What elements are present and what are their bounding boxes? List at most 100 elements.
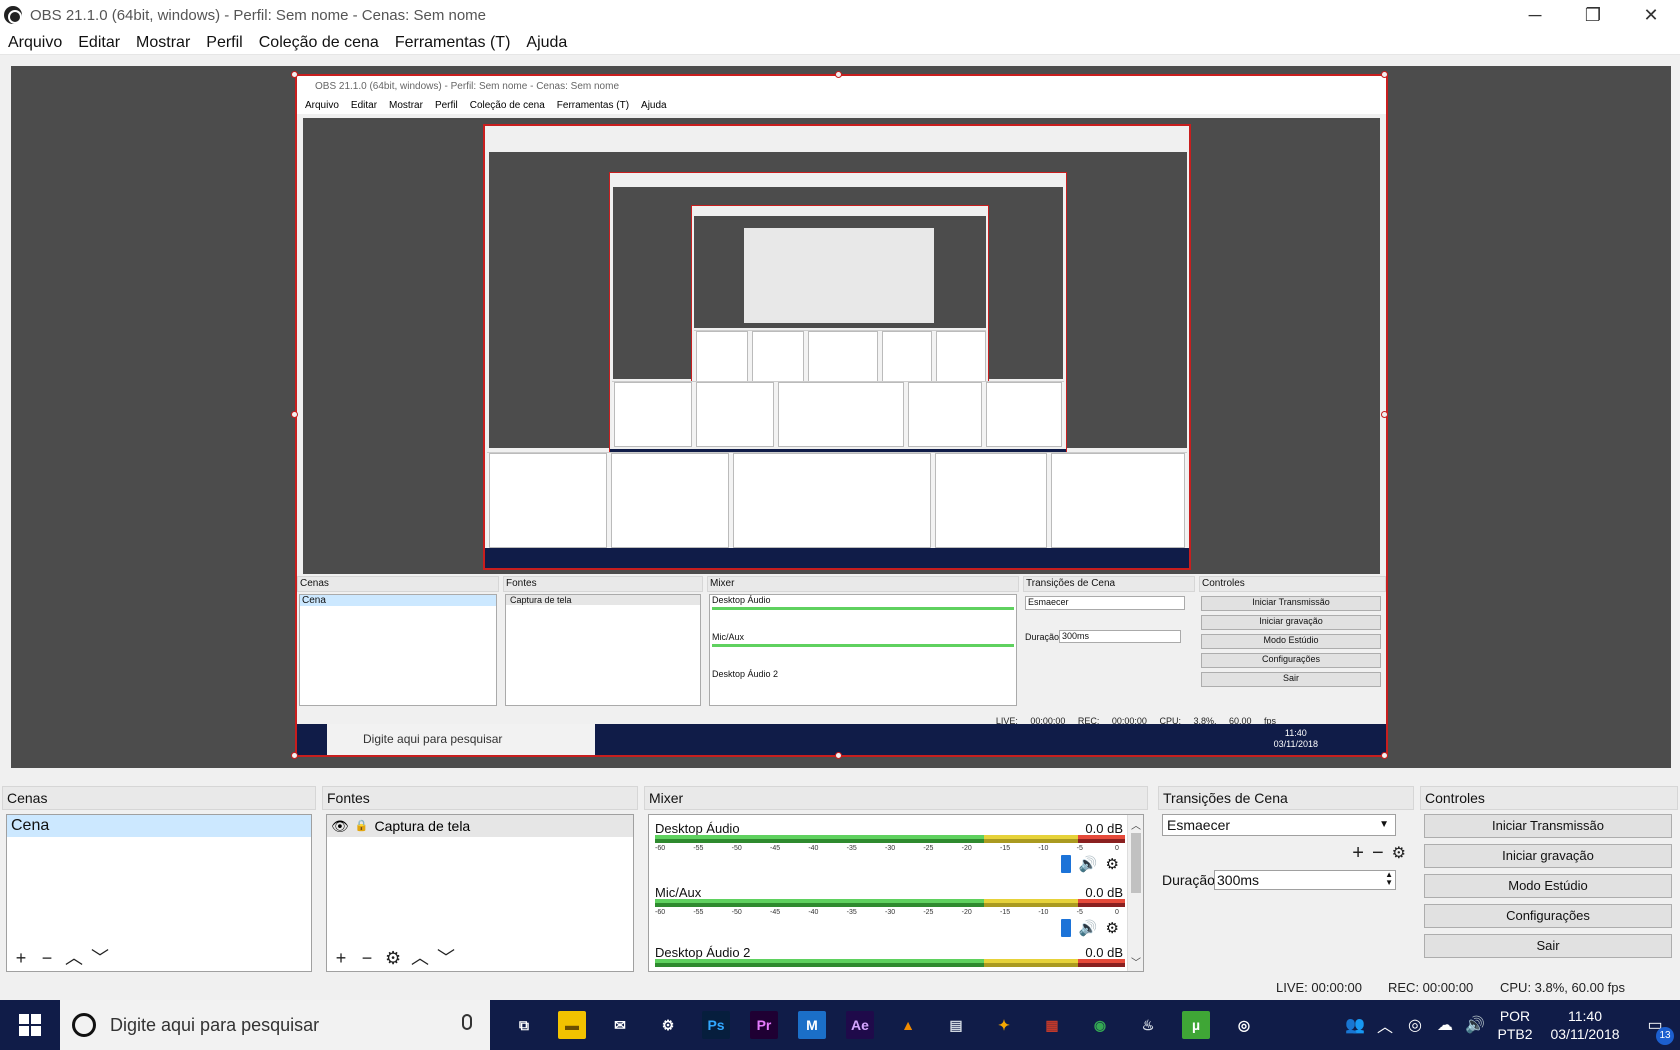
mixer-channel-desktop-audio-2: Desktop Áudio 2 0.0 dB [653, 945, 1129, 971]
scroll-down-icon[interactable]: ﹀ [1128, 954, 1143, 969]
scale-tick-label: -15 [1000, 845, 1011, 852]
premiere-taskbar-button[interactable]: Pr [740, 1000, 788, 1050]
remove-source-button[interactable]: − [359, 949, 375, 967]
settings-taskbar-button[interactable]: ⚙ [644, 1000, 692, 1050]
file-explorer-taskbar-button[interactable]: ▬ [548, 1000, 596, 1050]
nested-search-box: Digite aqui para pesquisar [327, 724, 595, 755]
gear-icon[interactable]: ⚙ [1106, 855, 1119, 873]
resize-handle[interactable] [291, 752, 298, 759]
studio-mode-button[interactable]: Modo Estúdio [1424, 874, 1672, 898]
people-icon[interactable]: 👥 [1340, 1015, 1370, 1035]
volume-slider[interactable] [1060, 855, 1071, 873]
nested-control-button: Iniciar Transmissão [1201, 596, 1381, 611]
close-button[interactable]: ✕ [1622, 0, 1680, 30]
menu-editar[interactable]: Editar [70, 30, 128, 55]
exit-button[interactable]: Sair [1424, 934, 1672, 958]
resize-handle[interactable] [835, 752, 842, 759]
resize-handle[interactable] [835, 71, 842, 78]
steam-taskbar-button[interactable]: ♨ [1124, 1000, 1172, 1050]
taskbar-search[interactable]: Digite aqui para pesquisar [60, 1000, 490, 1050]
menu-ajuda[interactable]: Ajuda [518, 30, 575, 55]
resize-handle[interactable] [1381, 752, 1388, 759]
gear-icon[interactable]: ⚙ [1106, 919, 1119, 937]
volume-icon[interactable]: 🔊 [1460, 1015, 1490, 1035]
volume-slider[interactable] [1060, 919, 1071, 937]
scenes-list[interactable]: Cena + − ︿ ﹀ [6, 814, 312, 972]
move-source-down-button[interactable]: ﹀ [437, 949, 455, 967]
obs-tray-icon[interactable]: ◎ [1400, 1015, 1430, 1035]
start-streaming-button[interactable]: Iniciar Transmissão [1424, 814, 1672, 838]
spin-arrows-icon[interactable]: ▲ ▼ [1385, 871, 1393, 887]
mixer-header: Mixer [644, 786, 1148, 810]
move-scene-up-button[interactable]: ︿ [65, 949, 83, 967]
mail-taskbar-button[interactable]: ✉ [596, 1000, 644, 1050]
screen-capture-preview[interactable]: OBS 21.1.0 (64bit, windows) - Perfil: Se… [295, 74, 1388, 757]
after-effects-taskbar-button[interactable]: Ae [836, 1000, 884, 1050]
action-center-button[interactable]: ▭ 13 [1630, 1015, 1680, 1045]
add-source-button[interactable]: + [333, 949, 349, 967]
lock-icon[interactable]: 🔒 [355, 815, 369, 837]
scale-tick-label: -25 [923, 845, 934, 852]
sources-list[interactable]: 👁 🔒 Captura de tela + − ⚙ ︿ ﹀ [326, 814, 634, 972]
menu-perfil[interactable]: Perfil [198, 30, 250, 55]
scale-tick-label: -15 [1000, 909, 1011, 916]
menu-ferramentas[interactable]: Ferramentas (T) [387, 30, 519, 55]
controls-header: Controles [1420, 786, 1678, 810]
premiere-icon: Pr [750, 1011, 778, 1039]
nested-menu-item: Perfil [434, 99, 458, 111]
maximize-button[interactable]: ❐ [1564, 0, 1622, 30]
mixer-scrollbar[interactable]: ︿ ﹀ [1127, 815, 1143, 971]
language-indicator[interactable]: POR PTB2 [1490, 1007, 1540, 1043]
app-disk-taskbar-button[interactable]: ▤ [932, 1000, 980, 1050]
eye-icon[interactable]: 👁 [331, 815, 349, 837]
notification-count: 13 [1656, 1027, 1674, 1045]
cortana-icon[interactable] [72, 1013, 96, 1037]
system-tray: 👥 ︿ ◎ ☁ 🔊 POR PTB2 11:40 03/11/2018 ▭ 13 [1340, 1000, 1680, 1050]
menu-colecao-de-cena[interactable]: Coleção de cena [251, 30, 387, 55]
remove-transition-button[interactable]: − [1372, 842, 1384, 866]
scroll-thumb[interactable] [1131, 833, 1141, 893]
chrome-taskbar-button[interactable]: ◉ [1076, 1000, 1124, 1050]
duration-input[interactable]: 300ms ▲ ▼ [1214, 870, 1396, 890]
add-scene-button[interactable]: + [13, 949, 29, 967]
transition-select[interactable]: Esmaecer ▼ [1162, 814, 1396, 836]
task-view-taskbar-button[interactable]: ⧉ [500, 1000, 548, 1050]
remove-scene-button[interactable]: − [39, 949, 55, 967]
minimize-button[interactable]: ─ [1506, 0, 1564, 30]
scene-item[interactable]: Cena [7, 815, 311, 837]
nested-clock: 11:40 03/11/2018 [1274, 728, 1318, 750]
add-transition-button[interactable]: + [1352, 842, 1364, 866]
start-recording-button[interactable]: Iniciar gravação [1424, 844, 1672, 868]
show-hidden-icons-icon[interactable]: ︿ [1370, 1013, 1400, 1037]
utorrent-taskbar-button[interactable]: µ [1172, 1000, 1220, 1050]
app-hat-icon: ▲ [901, 1017, 915, 1033]
transition-gear-icon[interactable]: ⚙ [1392, 842, 1406, 866]
app-hat-taskbar-button[interactable]: ▲ [884, 1000, 932, 1050]
fl-studio-taskbar-button[interactable]: ✦ [980, 1000, 1028, 1050]
app-flag-taskbar-button[interactable]: ▦ [1028, 1000, 1076, 1050]
move-source-up-button[interactable]: ︿ [411, 949, 429, 967]
media-app-icon: M [798, 1011, 826, 1039]
settings-button[interactable]: Configurações [1424, 904, 1672, 928]
menu-arquivo[interactable]: Arquivo [0, 30, 70, 55]
speaker-icon[interactable]: 🔊 [1079, 919, 1098, 937]
sources-dock: Fontes 👁 🔒 Captura de tela + − ⚙ ︿ ﹀ [322, 786, 638, 972]
menu-mostrar[interactable]: Mostrar [128, 30, 198, 55]
photoshop-taskbar-button[interactable]: Ps [692, 1000, 740, 1050]
network-icon[interactable]: ☁ [1430, 1015, 1460, 1035]
source-item[interactable]: 👁 🔒 Captura de tela [327, 815, 633, 837]
resize-handle[interactable] [291, 411, 298, 418]
start-button[interactable] [0, 1000, 60, 1050]
move-scene-down-button[interactable]: ﹀ [91, 949, 109, 967]
resize-handle[interactable] [291, 71, 298, 78]
speaker-icon[interactable]: 🔊 [1079, 855, 1098, 873]
taskbar-clock[interactable]: 11:40 03/11/2018 [1540, 1007, 1630, 1043]
scroll-up-icon[interactable]: ︿ [1128, 817, 1143, 832]
media-app-taskbar-button[interactable]: M [788, 1000, 836, 1050]
microphone-icon[interactable] [462, 1014, 472, 1030]
resize-handle[interactable] [1381, 71, 1388, 78]
obs-taskbar-button[interactable]: ◎ [1220, 1000, 1268, 1050]
resize-handle[interactable] [1381, 411, 1388, 418]
nested-sources-dock: Fontes Captura de tela [503, 576, 703, 706]
source-properties-gear-icon[interactable]: ⚙ [385, 949, 401, 967]
